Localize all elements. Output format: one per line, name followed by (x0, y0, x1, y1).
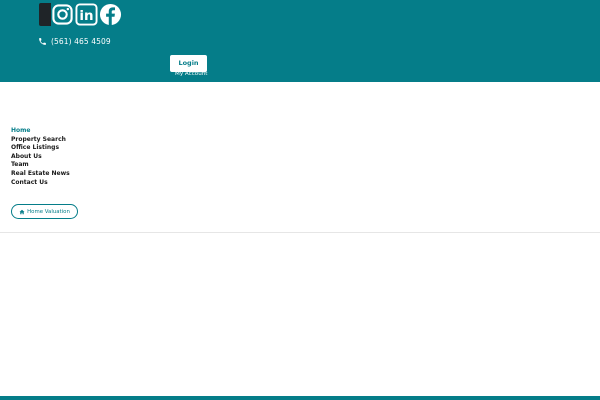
linkedin-icon[interactable]: in (75, 3, 98, 26)
linkedin-letters: in (79, 9, 93, 24)
main-nav: Home Property Search Office Listings Abo… (11, 127, 70, 187)
home-valuation-button[interactable]: Home Valuation (11, 204, 78, 219)
my-account-link[interactable]: My Account (175, 71, 208, 77)
nav-item-real-estate-news[interactable]: Real Estate News (11, 170, 70, 179)
nav-item-office-listings[interactable]: Office Listings (11, 144, 70, 153)
social-links: in (39, 3, 123, 26)
nav-item-team[interactable]: Team (11, 161, 70, 170)
home-valuation-label: Home Valuation (27, 208, 70, 215)
nav-item-about-us[interactable]: About Us (11, 153, 70, 162)
phone-number: (561) 465 4509 (51, 36, 111, 46)
phone-icon (39, 37, 46, 45)
facebook-icon[interactable] (99, 3, 122, 26)
content-divider (0, 232, 600, 233)
home-icon (19, 209, 25, 214)
instagram-icon[interactable] (51, 3, 74, 26)
social-dark-tile (39, 3, 51, 26)
nav-item-contact-us[interactable]: Contact Us (11, 179, 70, 188)
nav-item-home[interactable]: Home (11, 127, 70, 136)
login-button[interactable]: Login (170, 55, 207, 72)
phone-contact[interactable]: (561) 465 4509 (38, 35, 111, 47)
nav-item-property-search[interactable]: Property Search (11, 136, 70, 145)
footer-band (0, 396, 600, 400)
